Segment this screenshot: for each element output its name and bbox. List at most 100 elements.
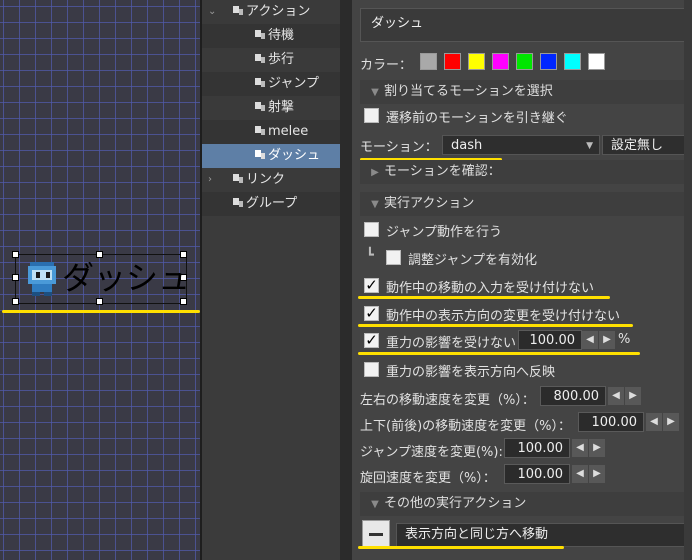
triangle-down-icon: ▼ bbox=[371, 199, 379, 210]
tree-item-label: ダッシュ bbox=[268, 148, 321, 163]
action-node-icon bbox=[255, 102, 265, 111]
action-node-icon bbox=[255, 30, 265, 39]
jump-action-checkbox[interactable] bbox=[364, 222, 379, 237]
increment-icon[interactable]: ▶ bbox=[625, 387, 641, 405]
ud-speed-input[interactable]: 100.00 bbox=[578, 412, 644, 432]
section-other-exec[interactable]: ▼ その他の実行アクション bbox=[360, 492, 692, 516]
pane-divider[interactable] bbox=[340, 0, 352, 560]
action-node-icon bbox=[233, 6, 243, 15]
ignore-move-input-label: 動作中の移動の入力を受け付けない bbox=[386, 281, 595, 296]
color-swatch-gray[interactable] bbox=[420, 53, 437, 70]
highlight-underline bbox=[358, 296, 610, 299]
tree-item-link[interactable]: › リンク bbox=[202, 168, 340, 192]
tree-item-label: 射撃 bbox=[268, 100, 295, 115]
color-swatch-white[interactable] bbox=[588, 53, 605, 70]
jump-adjust-checkbox[interactable] bbox=[386, 250, 401, 265]
color-swatch-blue[interactable] bbox=[540, 53, 557, 70]
motion-setting-select[interactable]: 設定無し bbox=[602, 135, 692, 155]
ignore-gravity-checkbox[interactable]: ✓ bbox=[364, 333, 379, 348]
decrement-icon[interactable]: ◀ bbox=[572, 439, 588, 457]
jump-speed-label: ジャンプ速度を変更(%): bbox=[360, 445, 503, 460]
turn-speed-stepper[interactable]: ◀ ▶ bbox=[572, 465, 606, 483]
increment-icon[interactable]: ▶ bbox=[589, 465, 605, 483]
increment-icon[interactable]: ▶ bbox=[599, 331, 615, 349]
decrement-icon[interactable]: ◀ bbox=[572, 465, 588, 483]
tree-item-jump[interactable]: ジャンプ bbox=[202, 72, 340, 96]
remove-action-button[interactable] bbox=[362, 520, 390, 548]
tree-item-group[interactable]: グループ bbox=[202, 192, 340, 216]
ud-speed-stepper[interactable]: ◀ ▶ bbox=[646, 413, 680, 431]
increment-icon[interactable]: ▶ bbox=[589, 439, 605, 457]
lr-speed-input[interactable]: 800.00 bbox=[540, 386, 606, 406]
section-title: その他の実行アクション bbox=[384, 496, 527, 511]
object-name-label: ダッシュ bbox=[62, 259, 191, 297]
tree-item-walk[interactable]: 歩行 bbox=[202, 48, 340, 72]
resize-handle-nw[interactable] bbox=[12, 251, 19, 258]
action-tree: ⌄ アクション 待機 歩行 ジャンプ 射撃 melee ダッシュ › リンク グ… bbox=[202, 0, 340, 560]
highlight-underline bbox=[358, 324, 633, 327]
ignore-direction-label: 動作中の表示方向の変更を受け付けない bbox=[386, 309, 621, 324]
motion-select-value: dash bbox=[451, 138, 483, 153]
tree-item-action[interactable]: ⌄ アクション bbox=[202, 0, 340, 24]
ignore-direction-checkbox[interactable]: ✓ bbox=[364, 306, 379, 321]
resize-handle-w[interactable] bbox=[12, 274, 19, 281]
jump-speed-stepper[interactable]: ◀ ▶ bbox=[572, 439, 606, 457]
color-swatch-cyan[interactable] bbox=[564, 53, 581, 70]
section-confirm-motion[interactable]: ▶ モーションを確認： bbox=[360, 160, 692, 184]
action-node-icon bbox=[233, 174, 243, 183]
gravity-stepper[interactable]: ◀ ▶ bbox=[582, 331, 616, 349]
action-node-icon bbox=[255, 54, 265, 63]
section-assign-motion[interactable]: ▼ 割り当てるモーションを選択 bbox=[360, 80, 692, 104]
action-node-icon bbox=[233, 198, 243, 207]
turn-speed-input[interactable]: 100.00 bbox=[504, 464, 570, 484]
inherit-motion-label: 遷移前のモーションを引き継ぐ bbox=[386, 111, 568, 126]
jump-speed-input[interactable]: 100.00 bbox=[504, 438, 570, 458]
tree-item-label: リンク bbox=[246, 172, 286, 187]
other-action-text: 表示方向と同じ方へ移動 bbox=[405, 527, 549, 542]
increment-icon[interactable]: ▶ bbox=[663, 413, 679, 431]
highlight-underline bbox=[358, 352, 640, 355]
color-swatch-magenta[interactable] bbox=[492, 53, 509, 70]
reverse-gravity-checkbox[interactable] bbox=[364, 362, 379, 377]
scene-canvas[interactable]: ダッシュ bbox=[0, 0, 200, 560]
tree-item-label: melee bbox=[268, 124, 309, 139]
action-node-icon bbox=[255, 126, 265, 135]
ignore-move-input-checkbox[interactable]: ✓ bbox=[364, 278, 379, 293]
tree-item-wait[interactable]: 待機 bbox=[202, 24, 340, 48]
jump-action-label: ジャンプ動作を行う bbox=[386, 225, 502, 240]
properties-panel: ダッシュ カラー： ▼ 割り当てるモーションを選択 遷移前のモーションを引き継ぐ … bbox=[352, 0, 692, 560]
section-exec-action[interactable]: ▼ 実行アクション bbox=[360, 192, 692, 216]
chevron-down-icon[interactable]: ⌄ bbox=[208, 0, 216, 24]
ignore-gravity-label: 重力の影響を受けない bbox=[386, 336, 517, 351]
resize-handle-sw[interactable] bbox=[12, 298, 19, 305]
triangle-down-icon: ▼ bbox=[371, 499, 379, 510]
character-sprite-icon bbox=[28, 262, 56, 296]
lr-speed-stepper[interactable]: ◀ ▶ bbox=[608, 387, 642, 405]
motion-select[interactable]: dash ▼ bbox=[442, 135, 600, 155]
highlight-underline bbox=[2, 310, 200, 313]
tree-item-shoot[interactable]: 射撃 bbox=[202, 96, 340, 120]
chevron-right-icon[interactable]: › bbox=[208, 168, 212, 192]
decrement-icon[interactable]: ◀ bbox=[608, 387, 624, 405]
section-title: 割り当てるモーションを選択 bbox=[384, 84, 553, 99]
gravity-value-input[interactable]: 100.00 bbox=[518, 330, 582, 350]
properties-scrollbar[interactable] bbox=[684, 0, 692, 560]
jump-adjust-label: 調整ジャンプを有効化 bbox=[408, 253, 537, 268]
action-name-field[interactable]: ダッシュ bbox=[360, 8, 692, 42]
triangle-down-icon: ▼ bbox=[371, 87, 379, 98]
tree-item-dash[interactable]: ダッシュ bbox=[202, 144, 340, 168]
inherit-motion-checkbox[interactable] bbox=[364, 108, 379, 123]
tree-item-label: アクション bbox=[246, 4, 311, 19]
turn-speed-label: 旋回速度を変更（%）： bbox=[360, 471, 496, 486]
color-swatch-red[interactable] bbox=[444, 53, 461, 70]
action-node-icon bbox=[255, 150, 265, 159]
decrement-icon[interactable]: ◀ bbox=[646, 413, 662, 431]
decrement-icon[interactable]: ◀ bbox=[582, 331, 598, 349]
color-swatch-yellow[interactable] bbox=[468, 53, 485, 70]
dropdown-arrow-icon: ▼ bbox=[586, 141, 593, 151]
color-label: カラー： bbox=[360, 58, 413, 73]
other-action-field[interactable]: 表示方向と同じ方へ移動 bbox=[396, 523, 692, 547]
highlight-underline bbox=[358, 546, 564, 549]
tree-item-melee[interactable]: melee bbox=[202, 120, 340, 144]
color-swatch-green[interactable] bbox=[516, 53, 533, 70]
